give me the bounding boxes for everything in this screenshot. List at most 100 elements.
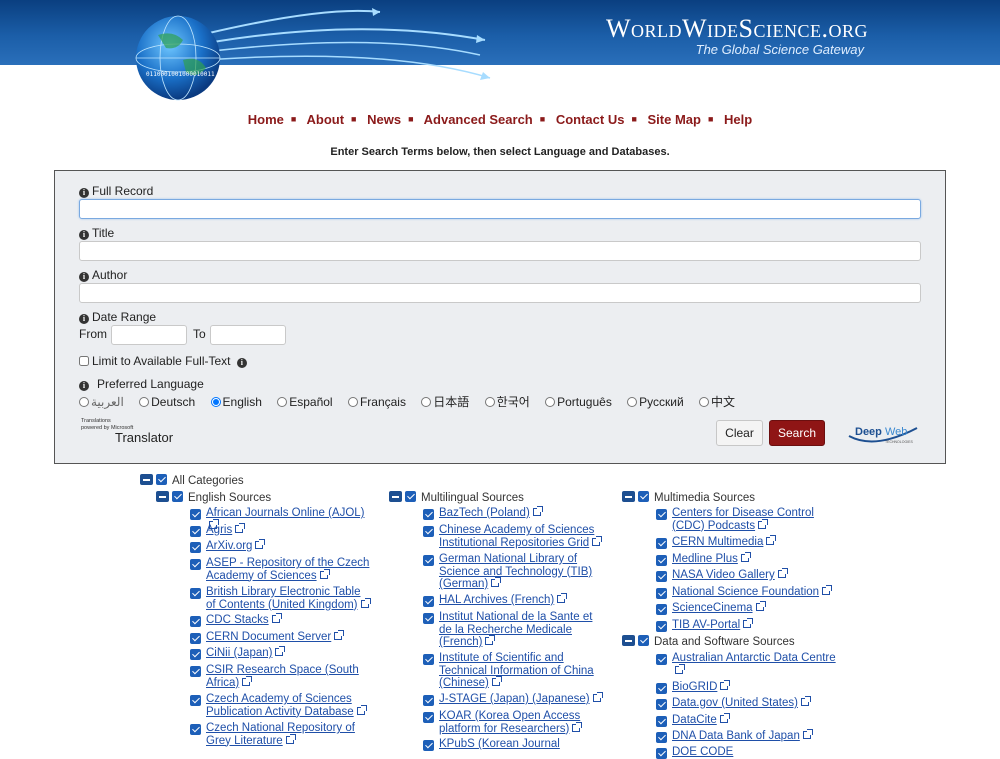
info-icon[interactable]: i <box>79 314 89 324</box>
checkbox-checked-icon[interactable] <box>190 724 201 735</box>
source-link[interactable]: BazTech (Poland) <box>439 506 603 520</box>
deep-web-technologies-logo[interactable]: Deep Web TECHNOLOGIES <box>845 418 920 448</box>
source-link[interactable]: ASEP - Repository of the Czech Academy o… <box>206 557 370 582</box>
source-link[interactable]: Czech National Repository of Grey Litera… <box>206 722 370 747</box>
checkbox-checked-icon[interactable] <box>423 712 434 723</box>
source-link[interactable]: Medline Plus <box>672 552 836 566</box>
checkbox-checked-icon[interactable] <box>656 538 667 549</box>
source-link[interactable]: CDC Stacks <box>206 613 370 627</box>
collapse-icon[interactable] <box>156 491 169 502</box>
checkbox-checked-icon[interactable] <box>190 509 201 520</box>
source-link[interactable]: J-STAGE (Japan) (Japanese) <box>439 692 603 706</box>
search-button[interactable]: Search <box>769 420 825 446</box>
source-link[interactable]: DataCite <box>672 713 836 727</box>
lang-option-chinese[interactable]: 中文 <box>699 395 735 409</box>
checkbox-checked-icon[interactable] <box>656 588 667 599</box>
source-link[interactable]: DNA Data Bank of Japan <box>672 729 836 743</box>
clear-button[interactable]: Clear <box>716 420 763 446</box>
checkbox-checked-icon[interactable] <box>172 491 183 502</box>
limit-full-text-label[interactable]: Limit to Available Full-Text <box>92 354 231 368</box>
checkbox-checked-icon[interactable] <box>656 683 667 694</box>
source-link[interactable]: ScienceCinema <box>672 601 836 615</box>
lang-option-russian[interactable]: Русский <box>627 395 684 409</box>
source-link[interactable]: Institut National de la Sante et de la R… <box>439 611 603 649</box>
lang-option-espanol[interactable]: Español <box>277 395 333 409</box>
checkbox-checked-icon[interactable] <box>190 588 201 599</box>
checkbox-checked-icon[interactable] <box>190 666 201 677</box>
info-icon[interactable]: i <box>79 230 89 240</box>
source-link[interactable]: CiNii (Japan) <box>206 646 370 660</box>
source-link[interactable]: Data.gov (United States) <box>672 696 836 710</box>
lang-option-korean[interactable]: 한국어 <box>484 395 530 409</box>
source-link[interactable]: NASA Video Gallery <box>672 568 836 582</box>
source-link[interactable]: Institute of Scientific and Technical In… <box>439 652 603 690</box>
checkbox-checked-icon[interactable] <box>156 474 167 485</box>
source-link[interactable]: ArXiv.org <box>206 539 370 553</box>
checkbox-checked-icon[interactable] <box>423 613 434 624</box>
author-input[interactable] <box>79 283 921 303</box>
lang-option-portugues[interactable]: Português <box>545 395 612 409</box>
checkbox-checked-icon[interactable] <box>656 654 667 665</box>
checkbox-checked-icon[interactable] <box>656 621 667 632</box>
checkbox-checked-icon[interactable] <box>423 740 434 751</box>
source-link[interactable]: TIB AV-Portal <box>672 618 836 632</box>
source-link[interactable]: National Science Foundation <box>672 585 836 599</box>
site-title[interactable]: WorldWideScience.org <box>606 14 868 44</box>
checkbox-checked-icon[interactable] <box>423 555 434 566</box>
lang-radio[interactable] <box>277 397 288 407</box>
info-icon[interactable]: i <box>79 381 89 391</box>
checkbox-checked-icon[interactable] <box>656 699 667 710</box>
checkbox-checked-icon[interactable] <box>190 616 201 627</box>
checkbox-checked-icon[interactable] <box>405 491 416 502</box>
checkbox-checked-icon[interactable] <box>190 559 201 570</box>
info-icon[interactable]: i <box>79 188 89 198</box>
source-link[interactable]: KOAR (Korea Open Access platform for Res… <box>439 710 603 735</box>
checkbox-checked-icon[interactable] <box>423 596 434 607</box>
lang-radio[interactable] <box>699 397 710 407</box>
source-link[interactable]: Australian Antarctic Data Centre <box>672 652 836 677</box>
checkbox-checked-icon[interactable] <box>656 509 667 520</box>
lang-radio[interactable] <box>627 397 638 407</box>
lang-radio[interactable] <box>210 397 221 407</box>
source-link[interactable]: KPubS (Korean Journal <box>439 738 603 751</box>
checkbox-checked-icon[interactable] <box>423 509 434 520</box>
limit-full-text-checkbox[interactable] <box>79 356 89 366</box>
checkbox-checked-icon[interactable] <box>190 695 201 706</box>
lang-radio[interactable] <box>545 397 556 407</box>
lang-radio[interactable] <box>347 397 358 407</box>
checkbox-checked-icon[interactable] <box>423 695 434 706</box>
lang-option-english[interactable]: English <box>210 395 262 409</box>
source-link[interactable]: Centers for Disease Control (CDC) Podcas… <box>672 507 836 532</box>
checkbox-checked-icon[interactable] <box>656 732 667 743</box>
source-link[interactable]: Czech Academy of Sciences Publication Ac… <box>206 693 370 718</box>
info-icon[interactable]: i <box>236 358 247 368</box>
nav-help[interactable]: Help <box>724 112 752 127</box>
source-link[interactable]: British Library Electronic Table of Cont… <box>206 586 371 611</box>
globe-logo-icon[interactable]: 0110001001000010011 <box>128 10 228 102</box>
source-link[interactable]: CERN Document Server <box>206 630 370 644</box>
lang-option-japanese[interactable]: 日本語 <box>421 395 469 409</box>
checkbox-checked-icon[interactable] <box>656 555 667 566</box>
lang-option-francais[interactable]: Français <box>347 395 406 409</box>
info-icon[interactable]: i <box>79 272 89 282</box>
checkbox-checked-icon[interactable] <box>423 654 434 665</box>
date-to-input[interactable] <box>209 325 286 345</box>
lang-option-deutsch[interactable]: Deutsch <box>139 395 195 409</box>
source-link[interactable]: DOE CODE <box>672 746 836 759</box>
collapse-icon[interactable] <box>389 491 402 502</box>
checkbox-checked-icon[interactable] <box>423 526 434 537</box>
checkbox-checked-icon[interactable] <box>656 571 667 582</box>
source-link[interactable]: German National Library of Science and T… <box>439 553 603 591</box>
nav-contact-us[interactable]: Contact Us <box>556 112 625 127</box>
source-link[interactable]: CSIR Research Space (South Africa) <box>206 664 370 689</box>
nav-news[interactable]: News <box>367 112 401 127</box>
checkbox-checked-icon[interactable] <box>656 604 667 615</box>
source-link[interactable]: BioGRID <box>672 680 836 694</box>
checkbox-checked-icon[interactable] <box>656 716 667 727</box>
checkbox-checked-icon[interactable] <box>190 526 201 537</box>
source-link[interactable]: Chinese Academy of Sciences Institutiona… <box>439 524 603 549</box>
nav-about[interactable]: About <box>306 112 344 127</box>
lang-radio[interactable] <box>421 397 432 407</box>
title-input[interactable] <box>79 241 921 261</box>
checkbox-checked-icon[interactable] <box>638 491 649 502</box>
